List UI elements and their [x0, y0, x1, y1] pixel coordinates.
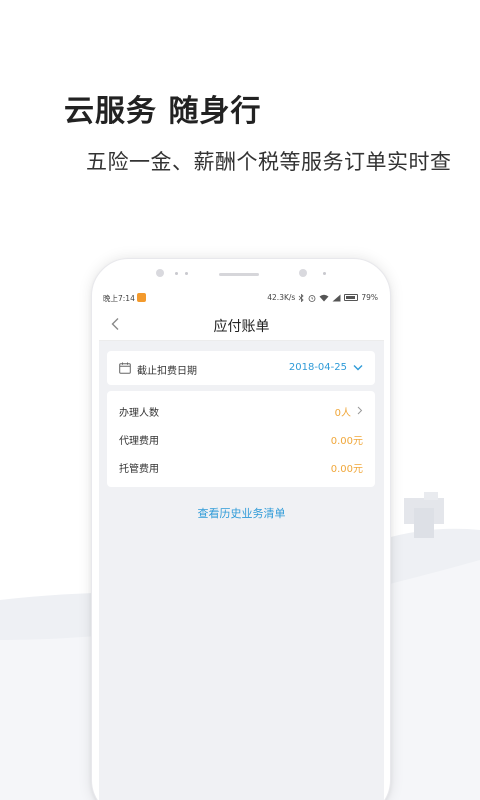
row-value: 0.00元 [330, 436, 363, 447]
hero-title: 云服务 随身行 [64, 94, 262, 129]
list-item-agency-fee: 代理费用 0.00元 [107, 425, 375, 451]
date-label: 截止扣费日期 [137, 366, 197, 377]
front-camera-icon [156, 269, 164, 277]
signal-icon [332, 294, 341, 301]
front-camera-icon [299, 269, 307, 277]
network-speed: 42.3K/s [267, 293, 296, 302]
phone-mockup: 晚上7:14 42.3K/s 79% 应付账单 截止扣费日期 2018-04-2… [91, 258, 391, 800]
notification-badge-icon [137, 293, 146, 302]
phone-top-bezel [92, 259, 390, 291]
row-label: 办理人数 [119, 408, 159, 419]
row-value: 0人 [334, 408, 351, 419]
phone-screen: 晚上7:14 42.3K/s 79% 应付账单 截止扣费日期 2018-04-2… [99, 289, 384, 800]
alarm-icon [308, 294, 316, 302]
sensor-dot [323, 272, 326, 275]
status-bar: 晚上7:14 42.3K/s 79% [99, 289, 384, 307]
calendar-icon [119, 362, 131, 374]
sensor-dot [185, 272, 188, 275]
hero-subtitle: 五险一金、薪酬个税等服务订单实时查 [86, 150, 452, 174]
list-item-headcount[interactable]: 办理人数 0人 [107, 397, 375, 423]
billing-summary-list: 办理人数 0人 代理费用 0.00元 托管费用 0.00元 [107, 391, 375, 487]
sensor-dot [175, 272, 178, 275]
battery-icon [344, 294, 359, 301]
wifi-icon [319, 294, 329, 301]
history-list-link[interactable]: 查看历史业务清单 [99, 505, 384, 521]
deduction-date-selector[interactable]: 截止扣费日期 2018-04-25 [107, 351, 375, 385]
battery-percent: 79% [361, 293, 378, 302]
chevron-right-icon[interactable] [357, 406, 363, 415]
navigation-bar: 应付账单 [99, 307, 384, 341]
chevron-down-icon[interactable] [353, 364, 363, 372]
list-item-custody-fee: 托管费用 0.00元 [107, 453, 375, 479]
page-title: 应付账单 [213, 319, 270, 335]
bluetooth-icon [299, 293, 304, 302]
row-value: 0.00元 [330, 464, 363, 475]
row-label: 代理费用 [119, 436, 159, 447]
status-time: 晚上7:14 [103, 294, 135, 303]
earpiece-speaker [219, 273, 259, 276]
date-value[interactable]: 2018-04-25 [289, 362, 347, 373]
row-label: 托管费用 [119, 464, 159, 475]
status-right: 42.3K/s 79% [267, 293, 378, 302]
